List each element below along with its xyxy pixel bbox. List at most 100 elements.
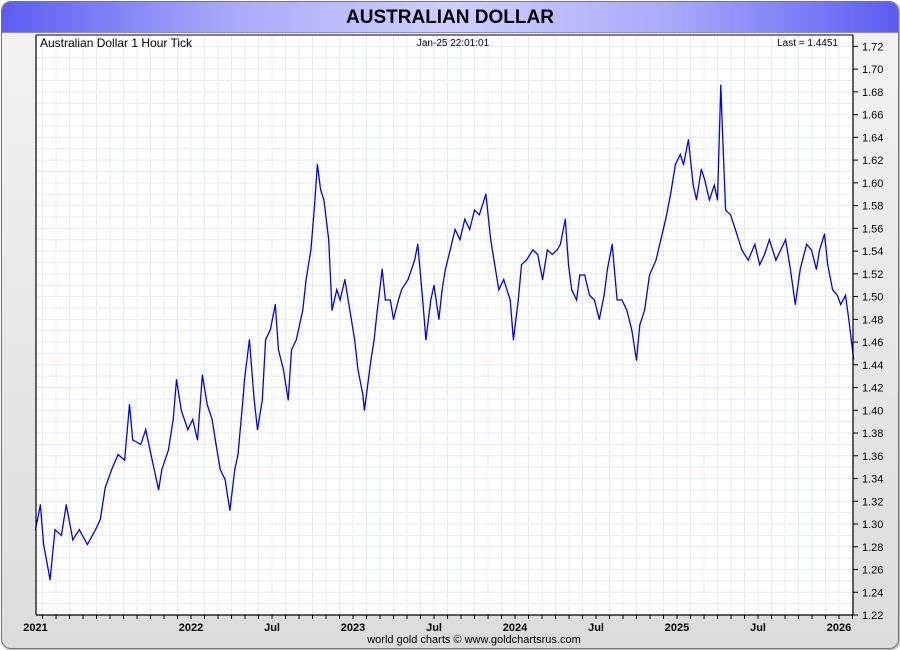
data-point (509, 299, 511, 301)
data-point (201, 374, 203, 376)
x-tick-label: 2023 (341, 622, 365, 634)
plot-area (36, 35, 853, 615)
data-point (648, 274, 651, 276)
footer-credit: world gold charts © www.goldchartsrus.co… (366, 634, 581, 646)
data-point (430, 299, 432, 301)
data-point (320, 189, 322, 191)
data-point (253, 399, 255, 401)
data-point (124, 459, 126, 461)
data-point (541, 278, 544, 281)
data-point (65, 504, 67, 506)
data-point (214, 439, 216, 441)
data-point (703, 178, 706, 181)
data-point (261, 399, 263, 401)
data-point (799, 268, 801, 270)
y-tick-label: 1.72 (862, 41, 883, 53)
data-point (54, 529, 56, 531)
data-point (763, 253, 766, 256)
data-point (264, 339, 267, 341)
data-point (559, 243, 561, 245)
data-point (493, 259, 495, 261)
data-point (695, 199, 698, 201)
data-point (537, 253, 539, 256)
data-point (449, 249, 451, 251)
y-tick-label: 1.34 (862, 474, 883, 486)
data-point (363, 409, 365, 411)
data-point (823, 233, 826, 235)
data-point (417, 243, 419, 245)
data-point (128, 404, 131, 406)
data-point (768, 239, 770, 241)
data-point (729, 214, 732, 216)
data-point (532, 249, 534, 251)
data-point (682, 164, 685, 166)
y-tick-label: 1.56 (862, 223, 883, 235)
data-point (575, 299, 578, 301)
data-point (331, 309, 333, 311)
data-point (441, 289, 443, 291)
x-tick-label: 2021 (23, 622, 47, 634)
data-point (413, 259, 416, 261)
data-point (336, 289, 338, 291)
data-point (117, 454, 119, 456)
data-point (759, 264, 761, 266)
y-tick-label: 1.50 (862, 292, 883, 304)
data-point (389, 299, 391, 301)
data-point (401, 289, 403, 291)
data-point (720, 84, 722, 86)
data-point (145, 429, 147, 431)
data-point (277, 349, 280, 351)
data-point (60, 534, 63, 536)
data-point (438, 318, 440, 320)
data-point (295, 339, 297, 341)
data-point (248, 339, 250, 341)
data-point (305, 278, 307, 281)
y-tick-label: 1.40 (862, 405, 883, 417)
data-point (104, 487, 106, 489)
x-tick-label: 2024 (503, 622, 528, 634)
data-point (564, 218, 566, 220)
data-point (679, 153, 681, 156)
data-point (469, 228, 471, 231)
data-point (827, 264, 829, 266)
x-tick-label: Jul (750, 622, 766, 634)
chart-subtitle: Australian Dollar 1 Hour Tick (40, 36, 193, 50)
y-tick-label: 1.26 (862, 565, 883, 577)
data-point (754, 243, 756, 245)
data-point (660, 239, 662, 241)
y-tick-label: 1.30 (862, 519, 883, 531)
data-point (687, 139, 689, 141)
data-point (775, 259, 777, 261)
y-axis: 1.22 1.24 1.26 1.28 1.30 1.32 1.34 1.36 1.38 1.40… (853, 41, 883, 622)
y-tick-label: 1.44 (862, 360, 883, 372)
data-point (161, 468, 163, 471)
data-point (433, 284, 435, 286)
y-tick-label: 1.42 (862, 383, 883, 395)
data-point (588, 294, 591, 297)
data-point (725, 209, 727, 211)
data-point (546, 249, 549, 251)
data-point (464, 218, 466, 220)
data-point (172, 418, 174, 420)
data-point (520, 264, 523, 266)
data-point (339, 299, 341, 301)
data-point (716, 199, 719, 201)
data-point (313, 209, 315, 211)
data-point (848, 318, 850, 320)
data-point (269, 328, 272, 331)
data-point (39, 504, 41, 506)
data-point (836, 294, 839, 297)
data-point (290, 349, 293, 351)
data-point (567, 264, 570, 266)
data-point (635, 359, 638, 361)
price-chart: 1.22 1.24 1.26 1.28 1.30 1.32 1.34 1.36 1.38 1.40… (23, 34, 883, 646)
data-point (34, 529, 37, 531)
data-point (794, 303, 796, 306)
data-point (229, 509, 231, 511)
data-point (256, 429, 259, 431)
x-tick-label: 2022 (179, 622, 203, 634)
data-point (551, 253, 553, 256)
data-point (626, 309, 628, 311)
data-point (571, 289, 573, 291)
data-point (721, 128, 723, 130)
